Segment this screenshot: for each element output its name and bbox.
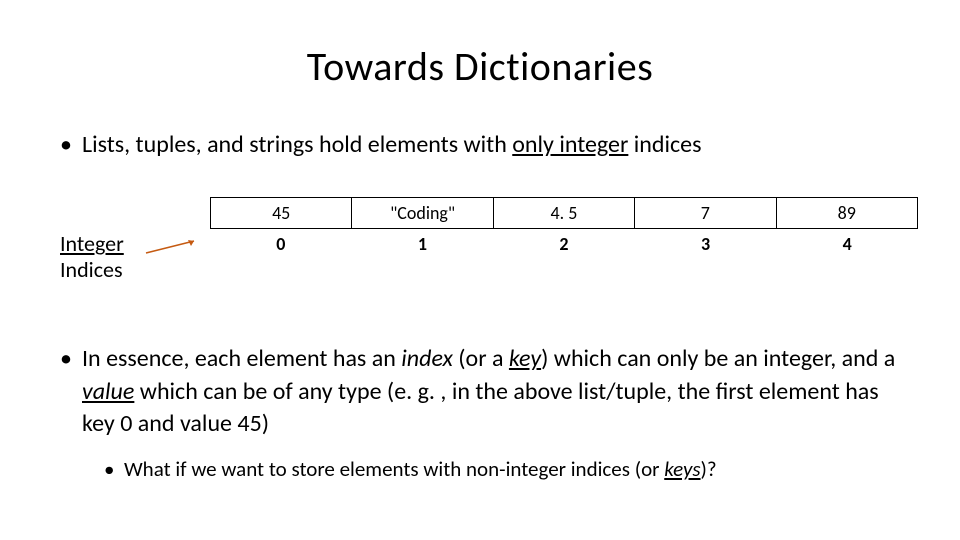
- b2-index: index: [401, 344, 453, 373]
- index-cell: 3: [635, 231, 777, 257]
- indices-label-line1: Integer: [60, 231, 124, 256]
- sub-s0: What if we want to store elements with n…: [124, 456, 664, 482]
- b2-key: key: [509, 344, 541, 373]
- slide: Towards Dictionaries • Lists, tuples, an…: [0, 0, 960, 540]
- array-cell: 89: [776, 198, 917, 229]
- array-cell: 7: [635, 198, 776, 229]
- arrow-icon: [144, 237, 206, 255]
- table-row: 45 "Coding" 4. 5 7 89: [211, 198, 918, 229]
- sub-s2: )?: [701, 456, 717, 482]
- bullet-1-post: indices: [628, 130, 701, 159]
- slide-title: Towards Dictionaries: [0, 0, 960, 91]
- array-cell: 4. 5: [493, 198, 634, 229]
- b2-s6: which can be of any type (e. g. , in the…: [82, 377, 879, 438]
- b2-s2: (or a: [453, 344, 509, 373]
- bullet-dot: •: [60, 343, 82, 375]
- table-row: 0 1 2 3 4: [210, 231, 918, 257]
- index-cell: 1: [352, 231, 494, 257]
- index-cell: 4: [776, 231, 918, 257]
- sub-bullet: • What if we want to store elements with…: [60, 455, 900, 483]
- bullet-1-underlined: only integer: [512, 130, 628, 159]
- bullet-1: • Lists, tuples, and strings hold elemen…: [60, 129, 900, 161]
- bullet-2-text: In essence, each element has an index (o…: [82, 343, 900, 440]
- b2-value: value: [82, 377, 134, 406]
- sub-bullet-text: What if we want to store elements with n…: [124, 455, 717, 483]
- array-cell: "Coding": [352, 198, 493, 229]
- b2-s0: In essence, each element has an: [82, 344, 401, 373]
- indices-label: Integer Indices: [60, 231, 124, 282]
- b2-s4: ) which can only be an integer, and a: [541, 344, 895, 373]
- bullet-dot: •: [60, 129, 82, 161]
- bullet-1-pre: Lists, tuples, and strings hold elements…: [82, 130, 512, 159]
- bullet-dot: •: [104, 455, 124, 483]
- index-cell: 0: [210, 231, 352, 257]
- sub-keys: keys: [664, 456, 700, 482]
- array-indices-table: 0 1 2 3 4: [210, 231, 918, 257]
- array-cell: 45: [211, 198, 352, 229]
- bullet-1-text: Lists, tuples, and strings hold elements…: [82, 129, 900, 161]
- indices-label-line2: Indices: [60, 257, 124, 282]
- index-cell: 2: [493, 231, 635, 257]
- slide-body: • Lists, tuples, and strings hold elemen…: [0, 91, 960, 483]
- array-values-table: 45 "Coding" 4. 5 7 89: [210, 197, 918, 229]
- bullet-2: • In essence, each element has an index …: [60, 343, 900, 440]
- array-illustration: Integer Indices 45 "Coding" 4. 5 7 89: [60, 197, 900, 287]
